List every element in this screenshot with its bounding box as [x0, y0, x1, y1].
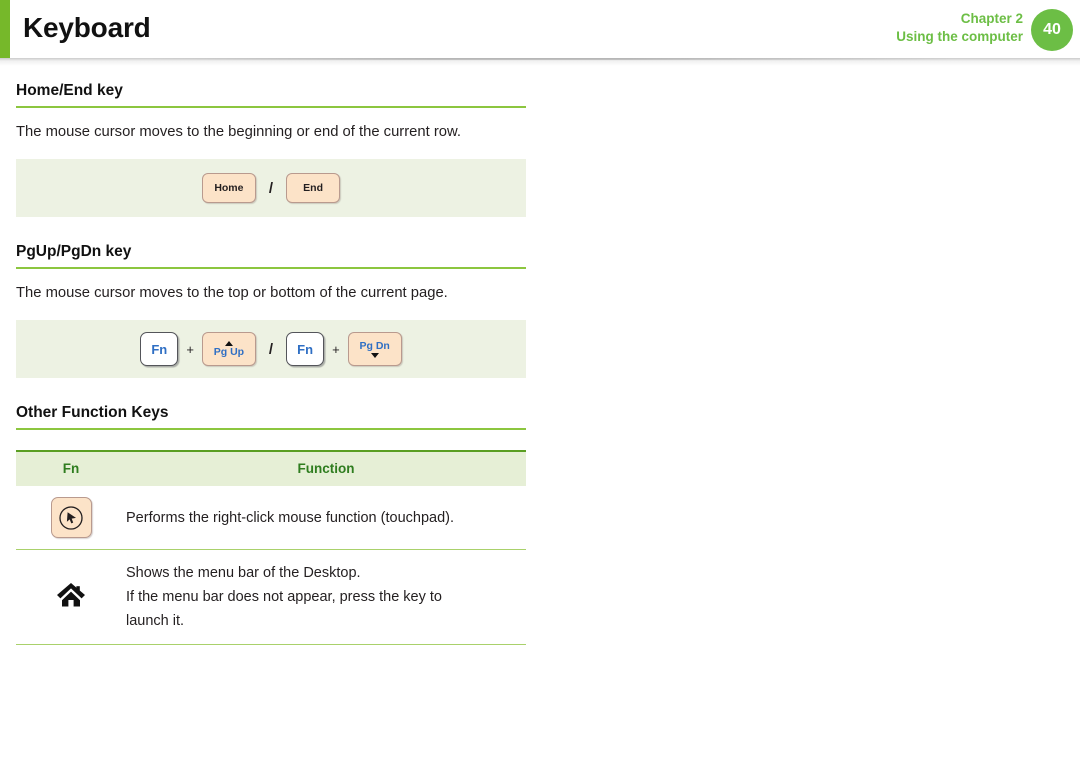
table-cell-description: Performs the right-click mouse function … [126, 486, 526, 550]
function-keys-table: Fn Function Performs the right-click mou… [16, 450, 526, 645]
section-heading-pgup-pgdn: PgUp/PgDn key [16, 243, 526, 269]
chapter-label: Chapter 2 [960, 11, 1023, 26]
keycap-pgup: Pg Up [201, 332, 256, 366]
header-divider [0, 58, 1080, 68]
home-menu-bar-icon [56, 581, 86, 609]
key-combo-pgdn: Fn + Pg Dn [286, 332, 402, 366]
keycap-pgup-label: Pg Up [213, 345, 245, 358]
key-plus-right: + [332, 341, 340, 357]
keycap-pgdn: Pg Dn [347, 332, 402, 366]
key-plus-left: + [186, 341, 194, 357]
table-header: Fn Function [16, 450, 526, 486]
chapter-indicator: Chapter 2 Using the computer [896, 10, 1023, 46]
key-combo-home: Home [201, 173, 256, 203]
table-col-function: Function [126, 450, 526, 486]
key-separator-2: / [268, 340, 274, 358]
description-line: launch it. [126, 613, 185, 629]
section-heading-other-function-keys: Other Function Keys [16, 404, 526, 430]
key-illustration-home-end: Home / End [16, 159, 526, 217]
section-body-home-end: The mouse cursor moves to the beginning … [16, 124, 461, 140]
arrow-up-icon [224, 340, 233, 346]
keycap-end: End [286, 173, 341, 203]
key-separator: / [268, 179, 274, 197]
table-row: Shows the menu bar of the Desktop. If th… [16, 549, 526, 645]
table-cell-icon [16, 486, 126, 550]
keycap-pgdn-label: Pg Dn [359, 339, 390, 352]
description-line: If the menu bar does not appear, press t… [126, 589, 442, 605]
chapter-subtitle: Using the computer [896, 29, 1023, 44]
keycap-home: Home [201, 173, 256, 203]
content-column: Home/End key The mouse cursor moves to t… [16, 82, 526, 645]
header-accent-bar [0, 0, 10, 58]
table-col-fn: Fn [16, 450, 126, 486]
page-title: Keyboard [23, 12, 151, 43]
table-body: Performs the right-click mouse function … [16, 486, 526, 645]
arrow-down-icon [370, 352, 379, 358]
section-body-pgup-pgdn: The mouse cursor moves to the top or bot… [16, 285, 448, 301]
description-line: Performs the right-click mouse function … [126, 509, 454, 526]
table-cell-icon [16, 549, 126, 645]
right-click-key-icon [50, 497, 92, 538]
key-combo-pgup: Fn + Pg Up [140, 332, 256, 366]
description-line: Shows the menu bar of the Desktop. [126, 565, 361, 581]
keycap-fn-left: Fn [140, 332, 179, 366]
section-heading-home-end: Home/End key [16, 82, 526, 108]
table-row: Performs the right-click mouse function … [16, 486, 526, 550]
page-header: Keyboard Chapter 2 Using the computer 40 [0, 0, 1080, 68]
table-cell-description: Shows the menu bar of the Desktop. If th… [126, 549, 526, 645]
keycap-fn-right: Fn [286, 332, 325, 366]
key-illustration-pgup-pgdn: Fn + Pg Up / Fn + Pg Dn [16, 320, 526, 378]
page-number-badge: 40 [1031, 9, 1073, 51]
key-combo-end: End [286, 173, 341, 203]
table-header-row: Fn Function [16, 450, 526, 486]
